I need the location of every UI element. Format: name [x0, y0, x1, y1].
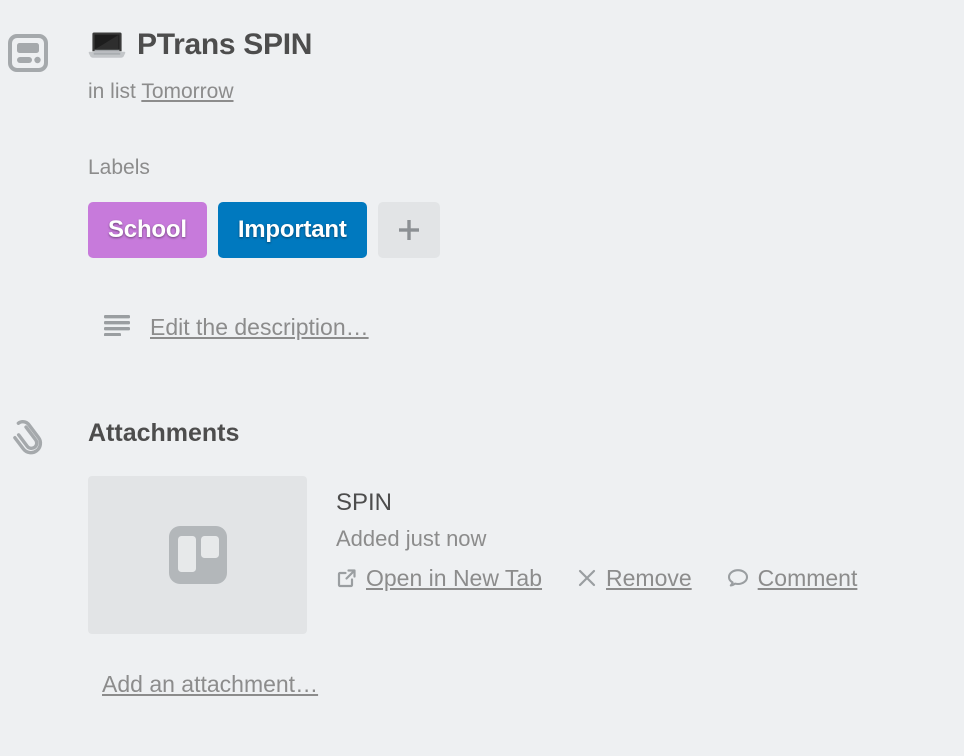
labels-heading: Labels: [88, 156, 150, 179]
list-name-link[interactable]: Tomorrow: [141, 80, 233, 103]
description-lines-icon: [104, 314, 132, 341]
remove-attachment-label: Remove: [606, 565, 692, 591]
label-chip-school[interactable]: School: [88, 202, 207, 258]
comment-attachment-link[interactable]: Comment: [726, 564, 858, 592]
attachment-thumbnail[interactable]: [88, 476, 307, 634]
attachment-name: SPIN: [336, 489, 393, 516]
open-in-new-tab-label: Open in New Tab: [366, 565, 543, 591]
comment-attachment-label: Comment: [757, 565, 858, 591]
page-title: PTrans SPIN: [88, 28, 312, 62]
comment-bubble-icon: [726, 567, 750, 589]
remove-attachment-link[interactable]: Remove: [576, 564, 692, 592]
labels-section: Labels School Important: [88, 155, 440, 258]
add-label-button[interactable]: [377, 202, 440, 258]
attachments-heading: Attachments: [88, 419, 240, 447]
label-chip-text: School: [108, 216, 187, 243]
attachment-added-time: Added just now: [336, 526, 487, 551]
attachment-actions: Open in New Tab Remove Comment: [336, 564, 891, 592]
edit-description-link[interactable]: Edit the description…: [150, 313, 369, 341]
card-header: PTrans SPIN in list Tomorrow: [0, 28, 312, 105]
card-detail-panel: PTrans SPIN in list Tomorrow Labels Scho…: [0, 0, 964, 756]
add-attachment-link[interactable]: Add an attachment…: [102, 670, 318, 698]
laptop-emoji: [88, 30, 126, 60]
card-title-text: PTrans SPIN: [137, 28, 313, 61]
attachment-row: SPIN Added just now Open in New Tab Remo…: [88, 476, 891, 634]
card-list-line: in list Tomorrow: [88, 79, 312, 105]
label-chip-text: Important: [237, 216, 347, 243]
trello-logo-icon: [168, 526, 227, 584]
labels-list: School Important: [88, 202, 440, 258]
description-section[interactable]: Edit the description…: [104, 313, 369, 341]
close-x-icon: [576, 567, 598, 589]
card-header-text: PTrans SPIN in list Tomorrow: [56, 28, 312, 105]
label-chip-important[interactable]: Important: [217, 202, 367, 258]
in-list-label: in list: [88, 80, 136, 103]
paperclip-icon: [0, 408, 56, 458]
attachments-header: Attachments: [0, 408, 239, 458]
plus-icon: [398, 220, 419, 240]
open-in-new-tab-link[interactable]: Open in New Tab: [336, 564, 542, 592]
external-link-icon: [336, 567, 358, 589]
attachment-details: SPIN Added just now Open in New Tab Remo…: [336, 476, 891, 634]
card-window-icon: [0, 28, 56, 72]
